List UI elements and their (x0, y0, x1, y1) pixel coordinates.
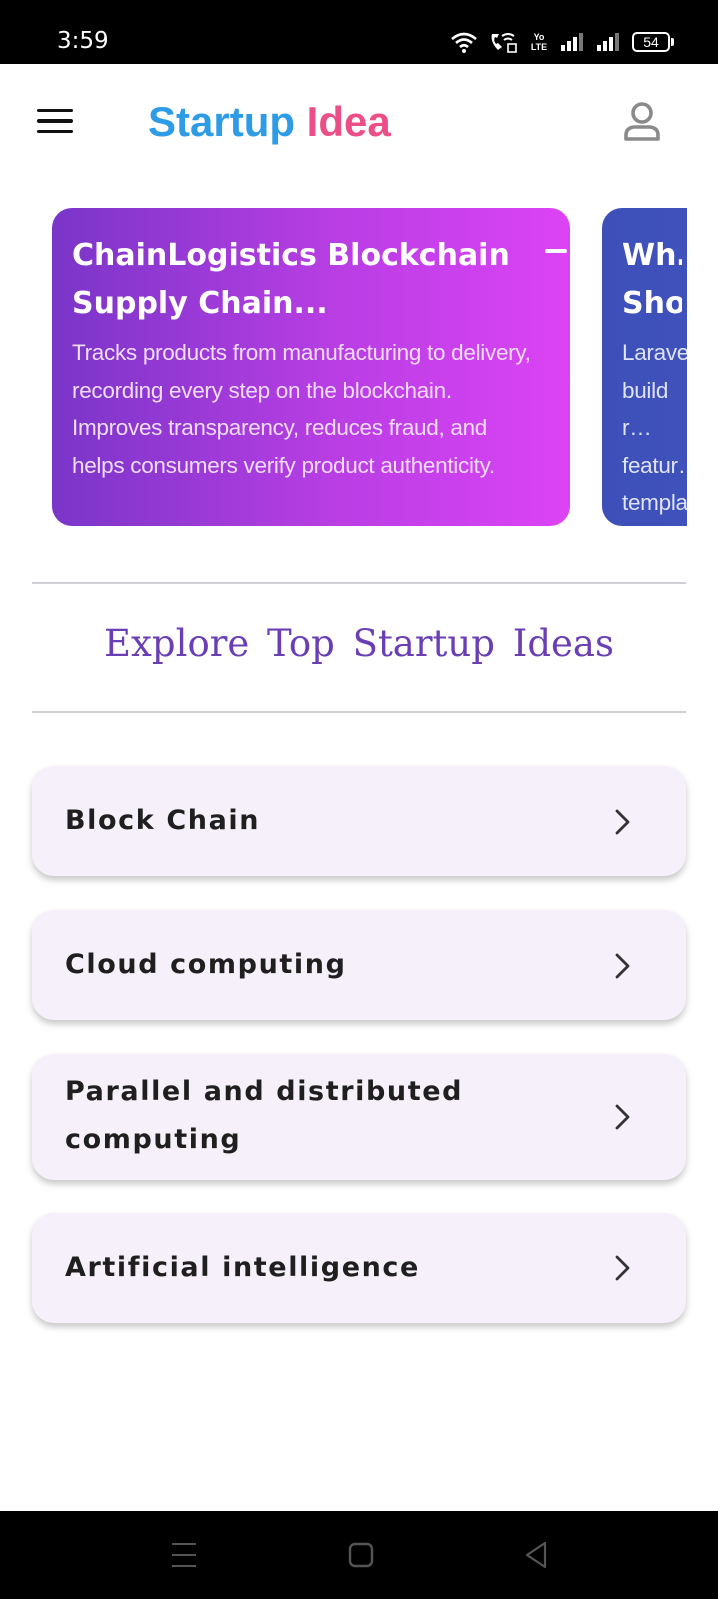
signal-icon-2 (597, 33, 619, 51)
person-icon (624, 102, 660, 141)
home-icon[interactable] (339, 1533, 383, 1577)
battery-level: 54 (643, 34, 659, 50)
idea-card-description: Tracks products from manufacturing to de… (72, 340, 531, 478)
system-nav-bar (0, 1511, 718, 1599)
app-title-part1: Startup (148, 98, 295, 145)
back-icon[interactable] (515, 1533, 559, 1577)
idea-card[interactable]: Wh… Sho… Larave… build r… featur… templa… (602, 208, 687, 526)
section-heading: Explore Top Startup Ideas (104, 622, 614, 665)
battery-tip (671, 38, 674, 46)
menu-button[interactable] (30, 96, 80, 146)
idea-card[interactable]: ChainLogistics Blockchain Supply Chain..… (52, 208, 570, 526)
category-item-parallel-distributed[interactable]: Parallel and distributed computing (32, 1054, 686, 1180)
category-label: Parallel and distributed computing (65, 1076, 464, 1155)
status-bar: 3:59 Yo LTE 54 (0, 0, 718, 64)
lte-label: Yo LTE (530, 32, 548, 52)
category-item-artificial-intelligence[interactable]: Artificial intelligence (32, 1213, 686, 1323)
chevron-right-icon (615, 1255, 630, 1281)
battery-indicator: 54 (632, 32, 674, 52)
hamburger-icon (37, 129, 73, 134)
chevron-right-icon (615, 809, 630, 835)
app-title-part2: Idea (306, 98, 391, 145)
category-label: Block Chain (65, 805, 261, 836)
status-time: 3:59 (57, 28, 109, 54)
idea-card-description: Larave… build r… featur… templa… (622, 340, 687, 515)
hamburger-icon (37, 119, 73, 123)
category-item-cloud-computing[interactable]: Cloud computing (32, 910, 686, 1020)
minus-icon (545, 249, 567, 253)
idea-card-title: ChainLogistics Blockchain Supply Chain..… (72, 238, 510, 321)
category-label: Artificial intelligence (65, 1252, 420, 1283)
idea-carousel[interactable]: ChainLogistics Blockchain Supply Chain..… (32, 198, 687, 530)
chevron-right-icon (615, 953, 630, 979)
hamburger-icon (37, 108, 73, 113)
divider (32, 582, 686, 584)
profile-button[interactable] (618, 98, 666, 146)
divider (32, 711, 686, 713)
idea-card-title: Wh… Sho… (622, 238, 682, 321)
lte-indicator: Yo LTE (528, 32, 550, 52)
app-bar: Startup Idea (0, 64, 718, 176)
chevron-right-icon (615, 1104, 630, 1130)
status-icons: Yo LTE 54 (450, 28, 674, 56)
wifi-icon (451, 32, 477, 53)
app-title: Startup Idea (148, 94, 391, 150)
battery-icon: 54 (632, 32, 670, 52)
category-label: Cloud computing (65, 949, 347, 980)
category-item-blockchain[interactable]: Block Chain (32, 766, 686, 876)
recents-icon[interactable] (162, 1533, 206, 1577)
wifi-calling-icon (491, 33, 517, 53)
signal-icon-1 (561, 33, 583, 51)
